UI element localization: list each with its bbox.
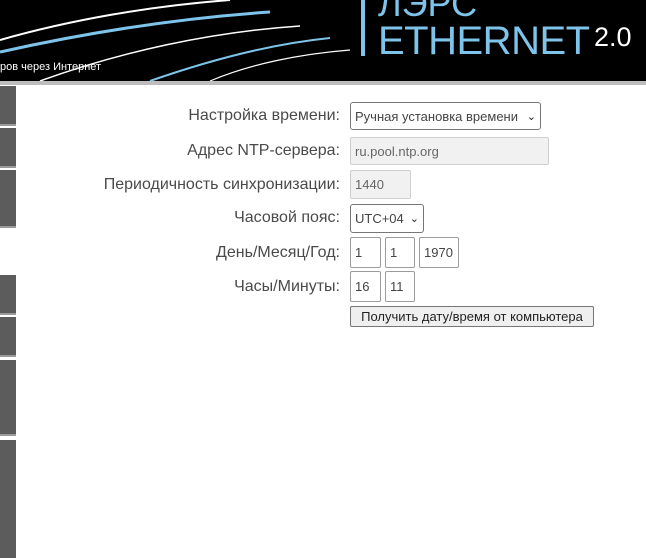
time-setting-value: Ручная установка времени: [355, 108, 519, 124]
header-banner: ров через Интернет ЛЭРС ETHERNET 2.0: [0, 0, 646, 81]
date-label: День/Месяц/Год:: [216, 244, 340, 261]
timezone-select[interactable]: UTC+04 ⌄: [350, 204, 424, 233]
get-time-from-computer-button[interactable]: Получить дату/время от компьютера: [350, 306, 594, 327]
logo-bar: [361, 0, 365, 56]
month-input[interactable]: 1: [385, 237, 415, 268]
chevron-down-icon: ⌄: [526, 110, 536, 123]
logo-version: 2.0: [594, 22, 632, 52]
sidebar-tab-6[interactable]: [0, 360, 16, 436]
time-setting-label: Настройка времени:: [188, 107, 340, 124]
sidebar-tab-4[interactable]: [0, 275, 16, 315]
timezone-value: UTC+04: [355, 211, 404, 226]
time-setting-select[interactable]: Ручная установка времени ⌄: [350, 102, 541, 130]
sidebar-tab-7[interactable]: [0, 440, 16, 558]
time-label: Часы/Минуты:: [234, 278, 340, 295]
ntp-server-input[interactable]: ru.pool.ntp.org: [350, 137, 549, 165]
header-divider: [0, 81, 646, 85]
logo-main-text: ETHERNET: [378, 19, 590, 63]
sidebar-tab-2[interactable]: [0, 128, 16, 168]
sidebar-tab-3[interactable]: [0, 170, 16, 228]
timezone-label: Часовой пояс:: [234, 209, 340, 226]
year-input[interactable]: 1970: [419, 237, 459, 268]
ntp-server-label: Адрес NTP-сервера:: [187, 142, 340, 159]
sidebar-tab-1[interactable]: [0, 86, 16, 126]
day-input[interactable]: 1: [350, 237, 381, 268]
sync-period-input[interactable]: 1440: [350, 170, 411, 199]
sync-period-label: Периодичность синхронизации:: [103, 176, 340, 193]
hours-input[interactable]: 16: [350, 271, 381, 302]
minutes-input[interactable]: 11: [385, 271, 415, 302]
sidebar-tab-5[interactable]: [0, 317, 16, 357]
header-tagline: ров через Интернет: [0, 61, 102, 73]
chevron-down-icon: ⌄: [409, 213, 419, 225]
